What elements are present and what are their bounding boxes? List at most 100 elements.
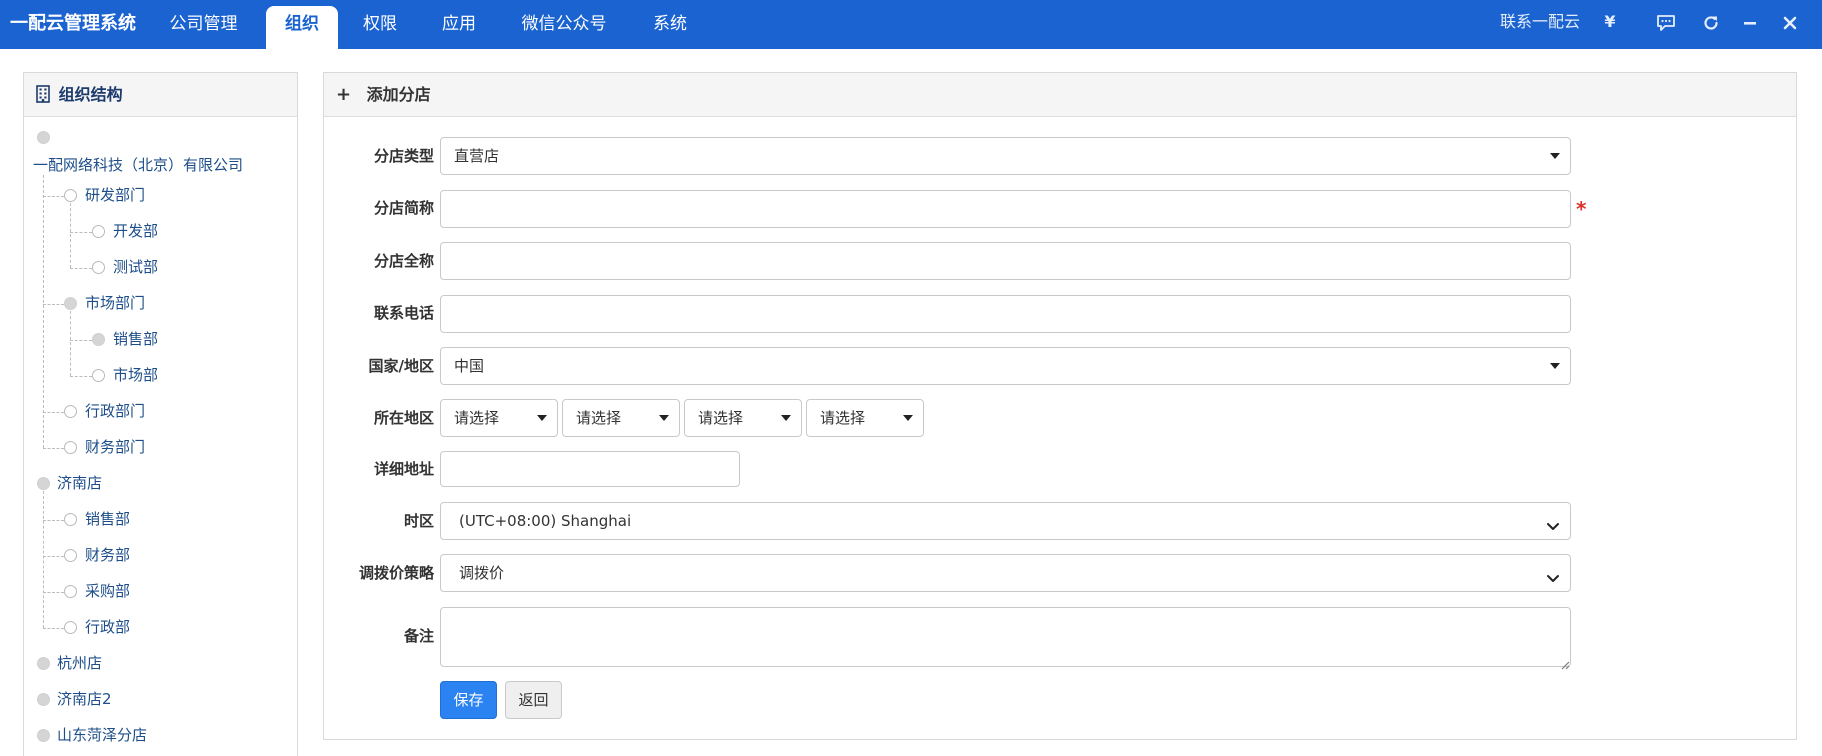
resize-grip-icon[interactable] (1560, 656, 1570, 674)
tree-node-dot-icon[interactable] (64, 621, 77, 634)
label-region: 所在地区 (373, 409, 434, 427)
tree-connector-line (43, 628, 64, 629)
tree-connector-line (70, 268, 92, 269)
back-button[interactable]: 返回 (505, 681, 562, 719)
tree-node-dot-icon[interactable] (64, 585, 77, 598)
tree-node-dot-icon[interactable] (92, 225, 105, 238)
short-name-input[interactable] (440, 190, 1571, 228)
tree-node-label[interactable]: 测试部 (113, 255, 158, 279)
plus-icon: + (336, 84, 352, 105)
tree-node-label[interactable]: 销售部 (113, 327, 158, 351)
branch-type-select[interactable]: 直营店 (440, 137, 1571, 175)
tree-node-dot-icon[interactable] (37, 131, 50, 144)
timezone-value: (UTC+08:00) Shanghai (459, 512, 632, 530)
label-notes: 备注 (403, 627, 434, 645)
region-select-street[interactable]: 请选择 (806, 399, 924, 437)
tree-node-dot-icon[interactable] (64, 549, 77, 562)
close-icon[interactable] (1778, 0, 1802, 44)
tab-permissions[interactable]: 权限 (352, 6, 408, 49)
tree-node-label[interactable]: 销售部 (85, 507, 130, 531)
tree-node-label[interactable]: 采购部 (85, 579, 130, 603)
label-full-name: 分店全称 (373, 252, 434, 270)
currency-button[interactable]: ¥ (1598, 0, 1622, 44)
tree-node-dot-icon[interactable] (37, 477, 50, 490)
tree-node-label[interactable]: 财务部 (85, 543, 130, 567)
chevron-down-icon (1546, 564, 1560, 600)
tree-node-dot-icon[interactable] (64, 405, 77, 418)
tree-node-label[interactable]: 一配网络科技（北京）有限公司 (33, 153, 243, 177)
tree-node-dot-icon[interactable] (92, 333, 105, 346)
tree-node-label[interactable]: 行政部 (85, 615, 130, 639)
tree-node-label[interactable]: 研发部门 (85, 183, 145, 207)
refresh-icon[interactable] (1699, 0, 1723, 44)
building-icon (36, 76, 50, 119)
address-input[interactable] (440, 451, 740, 487)
tree-connector-line (43, 412, 64, 413)
tree-node-dot-icon[interactable] (92, 369, 105, 382)
tree-node-dot-icon[interactable] (92, 261, 105, 274)
tree-connector-line (43, 556, 64, 557)
tree-node-dot-icon[interactable] (37, 693, 50, 706)
branch-type-value: 直营店 (454, 147, 500, 165)
tree-node-label[interactable]: 开发部 (113, 219, 158, 243)
tree-node-dot-icon[interactable] (64, 441, 77, 454)
add-branch-title: 添加分店 (366, 85, 431, 104)
notes-textarea[interactable] (440, 607, 1571, 667)
tree-node-label[interactable]: 山东菏泽分店 (57, 723, 147, 747)
save-button[interactable]: 保存 (440, 681, 497, 719)
top-bar: 一配云管理系统 公司管理 组织 权限 应用 微信公众号 系统 联系一配云 ¥ (0, 0, 1822, 49)
tree-connector-line (43, 520, 64, 521)
tree-node-label[interactable]: 济南店2 (57, 687, 112, 711)
tree-node-dot-icon[interactable] (64, 189, 77, 202)
caret-down-icon (1550, 363, 1560, 369)
region-select-province[interactable]: 请选择 (440, 399, 558, 437)
region-district-value: 请选择 (698, 409, 744, 427)
tab-company-management[interactable]: 公司管理 (151, 6, 256, 49)
full-name-input[interactable] (440, 242, 1571, 280)
caret-down-icon (1550, 153, 1560, 159)
tree-connector-line (70, 340, 92, 341)
tree-connector-line (43, 196, 64, 197)
tree-node-label[interactable]: 财务部门 (85, 435, 145, 459)
tab-applications[interactable]: 应用 (430, 6, 488, 49)
tree-node-label[interactable]: 济南店 (57, 471, 102, 495)
chevron-down-icon (1546, 512, 1560, 548)
tree-connector-line (43, 304, 64, 305)
tree-node-dot-icon[interactable] (64, 513, 77, 526)
tree-node-label[interactable]: 行政部门 (85, 399, 145, 423)
tree-connector-line (43, 592, 64, 593)
country-select[interactable]: 中国 (440, 347, 1571, 385)
region-select-city[interactable]: 请选择 (562, 399, 680, 437)
caret-down-icon (781, 415, 791, 421)
chat-icon[interactable] (1654, 0, 1678, 44)
label-short-name: 分店简称 (373, 199, 434, 217)
timezone-select[interactable]: (UTC+08:00) Shanghai (440, 502, 1571, 540)
tree-node-dot-icon[interactable] (64, 297, 77, 310)
org-structure-title: 组织结构 (58, 85, 123, 104)
tree-connector-line (70, 376, 92, 377)
required-mark: * (1576, 197, 1587, 221)
tree-node-dot-icon[interactable] (37, 657, 50, 670)
tab-wechat-official-account[interactable]: 微信公众号 (508, 6, 620, 49)
pricing-strategy-select[interactable]: 调拨价 (440, 554, 1571, 592)
region-province-value: 请选择 (454, 409, 500, 427)
minimize-icon[interactable] (1738, 0, 1762, 44)
region-select-district[interactable]: 请选择 (684, 399, 802, 437)
caret-down-icon (659, 415, 669, 421)
tab-organization[interactable]: 组织 (266, 6, 338, 49)
tab-system[interactable]: 系统 (638, 6, 702, 49)
label-country: 国家/地区 (368, 357, 434, 375)
tree-node-label[interactable]: 市场部 (113, 363, 158, 387)
contact-link[interactable]: 联系一配云 (1492, 0, 1588, 44)
caret-down-icon (903, 415, 913, 421)
org-structure-panel: 组织结构 一配网络科技（北京）有限公司 研发部门 开发部 测试部 市场部门 销售部 市场部行… (23, 72, 298, 756)
phone-input[interactable] (440, 295, 1571, 333)
label-phone: 联系电话 (373, 304, 434, 322)
tree-node-label[interactable]: 市场部门 (85, 291, 145, 315)
tree-connector-line (43, 448, 64, 449)
label-timezone: 时区 (403, 512, 434, 530)
tree-node-dot-icon[interactable] (37, 729, 50, 742)
tree-connector-line (43, 491, 44, 628)
tree-node-label[interactable]: 杭州店 (57, 651, 102, 675)
caret-down-icon (537, 415, 547, 421)
